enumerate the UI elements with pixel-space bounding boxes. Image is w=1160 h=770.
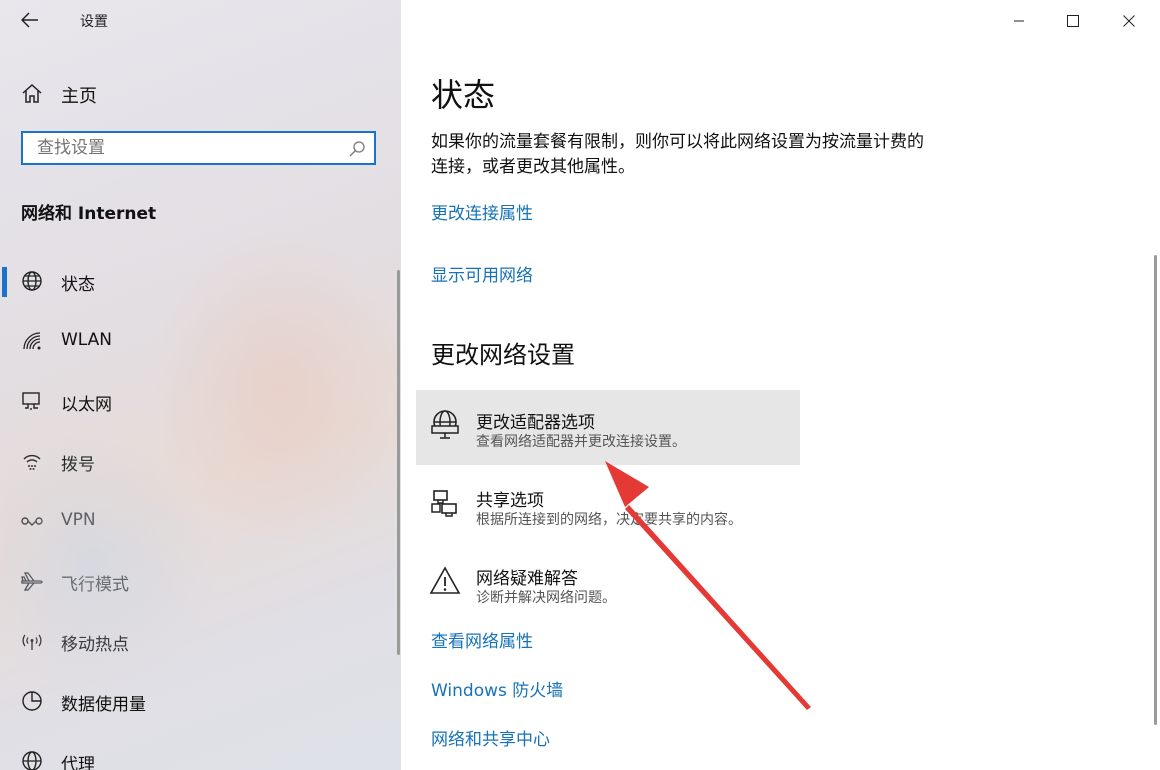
- sidebar-item-label: 移动热点: [61, 635, 129, 655]
- close-button[interactable]: [1101, 0, 1157, 42]
- sidebar: 设置 主页 网络和 Internet 状态 WLAN 以太网 拨号 VPN: [0, 0, 401, 770]
- description-line-1: 如果你的流量套餐有限制，则你可以将此网络设置为按流量计费的: [431, 132, 924, 152]
- vpn-icon: [21, 517, 43, 526]
- app-title: 设置: [80, 14, 108, 30]
- search-box[interactable]: [21, 131, 376, 165]
- sidebar-item-status[interactable]: 状态: [0, 252, 395, 310]
- maximize-button[interactable]: [1045, 0, 1101, 42]
- minimize-button[interactable]: [991, 0, 1047, 42]
- data-usage-icon: [22, 691, 42, 711]
- sidebar-item-wlan[interactable]: WLAN: [0, 312, 395, 370]
- wifi-icon: [23, 332, 41, 350]
- sidebar-item-vpn[interactable]: VPN: [0, 492, 395, 550]
- metered-description: 如果你的流量套餐有限制，则你可以将此网络设置为按流量计费的 连接，或者更改其他属…: [431, 130, 971, 180]
- active-indicator: [2, 267, 7, 297]
- sidebar-item-dialup[interactable]: 拨号: [0, 432, 395, 490]
- sidebar-item-label: 拨号: [61, 455, 95, 475]
- annotation-arrow: [605, 461, 811, 710]
- sidebar-item-ethernet[interactable]: 以太网: [0, 372, 395, 430]
- sidebar-item-label: VPN: [61, 510, 96, 530]
- back-arrow-icon: [21, 12, 38, 28]
- option-title: 共享选项: [476, 491, 544, 511]
- view-network-properties-link[interactable]: 查看网络属性: [431, 627, 533, 652]
- warning-icon: [429, 566, 461, 594]
- sidebar-item-data-usage[interactable]: 数据使用量: [0, 672, 395, 730]
- sidebar-item-label: WLAN: [61, 330, 113, 350]
- search-input[interactable]: [31, 137, 337, 159]
- home-label: 主页: [61, 86, 97, 107]
- sidebar-item-label: 飞行模式: [61, 575, 129, 595]
- back-button[interactable]: [12, 4, 48, 36]
- show-available-networks-link[interactable]: 显示可用网络: [431, 261, 533, 286]
- sidebar-item-home[interactable]: 主页: [0, 76, 401, 110]
- ethernet-icon: [22, 392, 40, 410]
- main-scrollbar[interactable]: [1154, 255, 1157, 725]
- option-title: 更改适配器选项: [476, 413, 595, 433]
- page-title: 状态: [431, 76, 496, 114]
- description-line-2: 连接，或者更改其他属性。: [431, 157, 635, 177]
- sidebar-item-airplane[interactable]: 飞行模式: [0, 552, 395, 610]
- windows-firewall-link[interactable]: Windows 防火墙: [431, 676, 563, 701]
- home-icon: [22, 83, 42, 103]
- minimize-icon: [1014, 20, 1024, 22]
- section-title: 网络和 Internet: [21, 204, 157, 224]
- maximize-icon: [1067, 15, 1079, 27]
- search-icon[interactable]: [348, 140, 366, 158]
- dialup-icon: [23, 454, 41, 470]
- globe-icon: [22, 271, 42, 291]
- hotspot-icon: [22, 634, 42, 650]
- main-content: 状态 如果你的流量套餐有限制，则你可以将此网络设置为按流量计费的 连接，或者更改…: [401, 0, 1160, 770]
- network-sharing-center-link[interactable]: 网络和共享中心: [431, 725, 550, 750]
- change-adapter-options[interactable]: 更改适配器选项 查看网络适配器并更改连接设置。: [416, 390, 800, 465]
- airplane-icon: [21, 572, 43, 591]
- sidebar-item-label: 状态: [61, 275, 95, 295]
- option-title: 网络疑难解答: [476, 569, 578, 589]
- adapter-globe-icon: [431, 410, 459, 439]
- option-description: 查看网络适配器并更改连接设置。: [476, 434, 686, 450]
- sidebar-item-label: 以太网: [61, 395, 112, 415]
- section-heading: 更改网络设置: [431, 341, 575, 369]
- close-icon: [1123, 15, 1135, 27]
- change-connection-properties-link[interactable]: 更改连接属性: [431, 199, 533, 224]
- sidebar-item-label: 代理: [61, 755, 95, 770]
- sidebar-item-proxy[interactable]: 代理: [0, 732, 395, 770]
- sharing-icon: [431, 490, 457, 517]
- globe-icon: [22, 751, 42, 770]
- sidebar-scrollbar[interactable]: [397, 270, 400, 655]
- sidebar-item-hotspot[interactable]: 移动热点: [0, 612, 395, 670]
- sidebar-item-label: 数据使用量: [61, 695, 146, 715]
